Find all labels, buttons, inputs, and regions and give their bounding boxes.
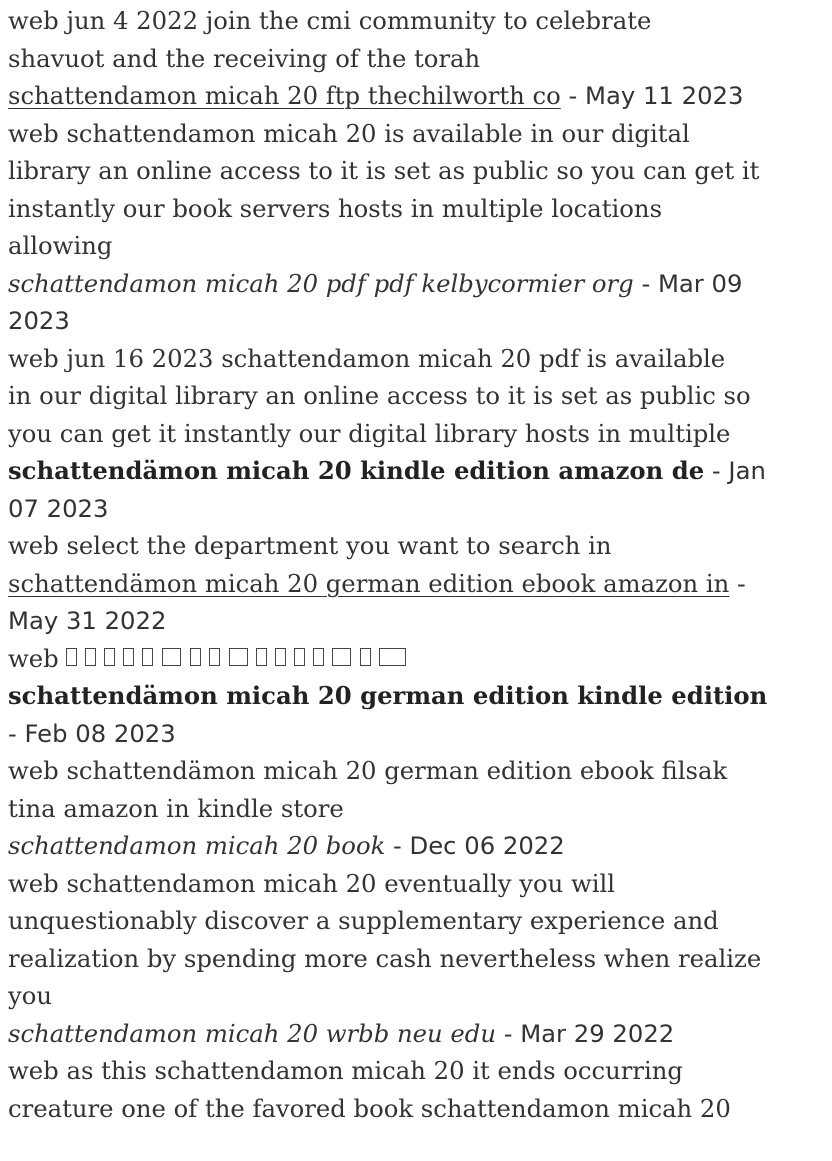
snippet-line: web schattendamon micah 20 eventually yo… [8,868,616,898]
result-title[interactable]: schattendamon micah 20 wrbb neu edu [8,1019,496,1048]
snippet-line: allowing [8,231,113,260]
snippet-line: web as this schattendamon micah 20 it en… [8,1056,683,1085]
snippet-line: web jun 4 2022 join the cmi community to… [8,6,652,35]
result-date: - [729,568,746,598]
snippet-prefix: web [8,643,67,673]
result-heading: schattendamon micah 20 book - Dec 06 202… [8,827,832,865]
result-heading: schattendamon micah 20 ftp thechilworth … [8,77,832,115]
result-heading: schattendämon micah 20 german edition ki… [8,677,832,715]
snippet-line: you [8,981,53,1010]
result-date: - Feb 08 2023 [8,718,176,748]
snippet-line: web select the department you want to se… [8,531,612,560]
unrendered-glyphs [66,641,416,679]
result-date: - Mar 09 [633,268,743,298]
snippet-line: web schattendamon micah 20 is available … [8,118,690,148]
result-title[interactable]: schattendamon micah 20 pdf pdf kelbycorm… [8,269,634,298]
search-results-page: web jun 4 2022 join the cmi community to… [0,0,832,1161]
snippet-line: unquestionably discover a supplementary … [8,906,719,935]
result-heading: schattendamon micah 20 pdf pdf kelbycorm… [8,265,832,303]
result-heading: schattendamon micah 20 wrbb neu edu - Ma… [8,1015,832,1053]
result-title-link[interactable]: schattendamon micah 20 ftp thechilworth … [8,81,561,110]
result-title[interactable]: schattendämon micah 20 kindle edition am… [8,456,704,485]
result-date-continued: 2023 [8,306,70,335]
result-date: - May 11 2023 [560,81,744,110]
snippet-line: web schattendämon micah 20 german editio… [8,756,728,785]
missing-glyph-boxes [66,648,407,667]
snippet-line: web [8,640,832,678]
snippet-line: library an online access to it is set as… [8,156,760,185]
snippet-line: web jun 16 2023 schattendamon micah 20 p… [8,343,726,373]
snippet-line: in our digital library an online access … [8,381,751,410]
snippet-line: you can get it instantly our digital lib… [8,418,731,448]
result-date-continued: May 31 2022 [8,606,167,635]
snippet-line: realization by spending more cash nevert… [8,943,762,973]
result-title[interactable]: schattendämon micah 20 german edition ki… [8,681,767,710]
result-date: - Dec 06 2022 [385,831,565,860]
result-date: - Jan [704,456,766,485]
result-title[interactable]: schattendamon micah 20 book [8,831,385,860]
result-heading: schattendämon micah 20 kindle edition am… [8,452,832,490]
result-title-link[interactable]: schattendämon micah 20 german edition eb… [8,569,729,598]
result-date: - Mar 29 2022 [495,1018,675,1048]
snippet-line: tina amazon in kindle store [8,793,344,823]
snippet-line: shavuot and the receiving of the torah [8,43,481,73]
result-date-continued: 07 2023 [8,493,109,523]
result-heading: schattendämon micah 20 german edition eb… [8,565,832,603]
result-date-continued: - Feb 08 2023 [8,715,832,753]
snippet-line: instantly our book servers hosts in mult… [8,193,663,223]
snippet-line: creature one of the favored book schatte… [8,1093,731,1123]
